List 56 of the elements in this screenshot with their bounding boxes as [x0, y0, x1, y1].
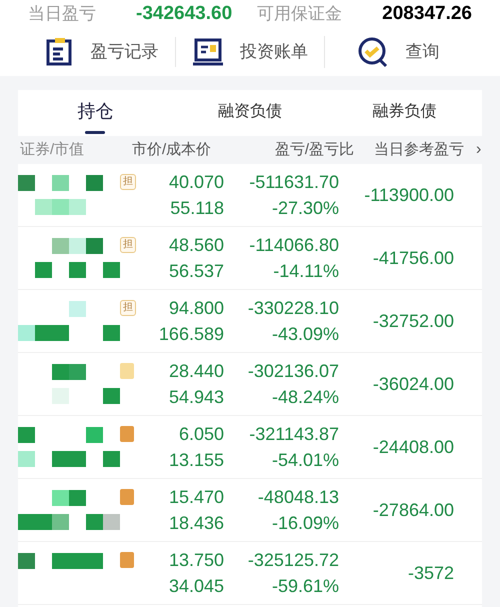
column-header: 市价/成本价 [132, 140, 212, 160]
profit-loss: -325125.72 [248, 549, 339, 572]
profit-loss-ratio: -16.09% [272, 512, 339, 535]
profit-loss: -302136.07 [248, 360, 339, 383]
tab[interactable]: 持仓 [18, 90, 173, 136]
collateral-badge: 担 [120, 237, 136, 253]
cost-price: 34.045 [168, 575, 224, 598]
cost-price: 166.589 [158, 323, 224, 346]
cost-price: 13.155 [168, 449, 224, 472]
profit-loss: -511631.70 [249, 171, 339, 194]
profit-loss-ratio: -43.09% [272, 323, 339, 346]
profit-loss-ratio: -14.11% [273, 260, 339, 283]
market-price: 40.070 [168, 171, 224, 194]
market-price: 6.050 [178, 423, 224, 446]
summary-label: 当日盈亏 [28, 3, 96, 26]
cost-price: 56.537 [168, 260, 224, 283]
market-price: 13.750 [168, 549, 224, 572]
daily-profit-loss: -3572 [408, 562, 454, 584]
column-header: 当日参考盈亏 [373, 140, 464, 160]
profit-loss: -321143.87 [249, 423, 339, 446]
action-button[interactable]: 盈亏记录 [44, 37, 159, 67]
profit-loss: -48048.13 [258, 486, 339, 509]
collateral-badge: 担 [120, 300, 136, 316]
daily-profit-loss: -36024.00 [372, 372, 454, 396]
summary-value: 208347.26 [382, 2, 472, 26]
market-price: 15.470 [168, 486, 224, 509]
daily-profit-loss: -113900.00 [364, 184, 454, 206]
action-button[interactable]: 投资账单 [192, 37, 308, 67]
cost-price: 54.943 [168, 386, 224, 409]
market-price: 48.560 [168, 234, 224, 257]
search-icon [357, 36, 390, 68]
market-price: 28.440 [168, 360, 224, 383]
tab[interactable]: 融券负债 [327, 90, 482, 136]
tab[interactable]: 融资负债 [172, 90, 328, 136]
profit-loss-ratio: -27.30% [272, 197, 339, 220]
column-header: 盈亏/盈亏比 [274, 140, 354, 160]
summary-value: -342643.60 [136, 2, 232, 26]
daily-profit-loss: -24408.00 [372, 436, 454, 458]
profit-loss-ratio: -54.01% [272, 449, 339, 472]
laptop-icon [192, 37, 224, 67]
profit-loss-ratio: -48.24% [272, 386, 339, 409]
profit-loss-ratio: -59.61% [272, 575, 339, 598]
action-button[interactable]: 查询 [357, 36, 440, 68]
market-price: 94.800 [168, 297, 224, 320]
blurred-name-drawing [52, 364, 120, 404]
profit-loss: -330228.10 [248, 297, 339, 320]
summary-label: 可用保证金 [257, 3, 342, 26]
profit-loss: -114066.80 [249, 234, 339, 257]
cost-price: 55.118 [170, 197, 224, 220]
column-header: 证券/市值 [20, 140, 86, 160]
daily-profit-loss: -32752.00 [372, 310, 454, 332]
cost-price: 18.436 [168, 512, 224, 535]
daily-profit-loss: -27864.00 [372, 498, 454, 522]
collateral-badge: 担 [120, 174, 136, 190]
more-columns-button[interactable]: › [476, 138, 482, 162]
daily-profit-loss: -41756.00 [372, 246, 454, 270]
